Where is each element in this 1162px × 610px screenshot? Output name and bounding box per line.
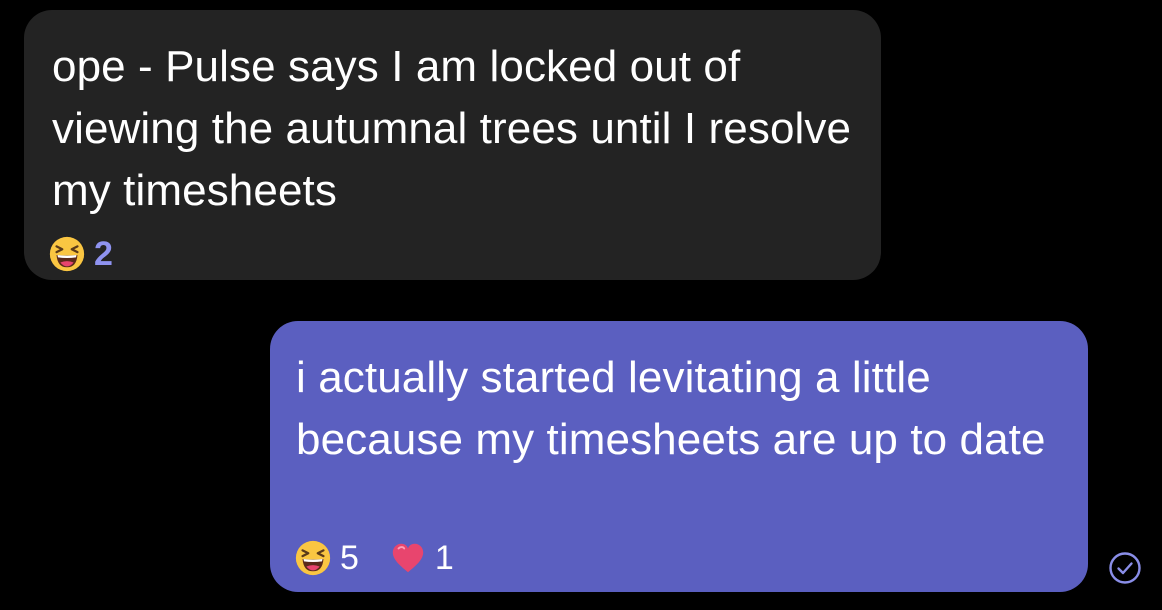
message-bubble-received[interactable]: ope - Pulse says I am locked out of view… (24, 10, 881, 280)
reaction-heart[interactable]: 1 (389, 539, 454, 577)
reaction-count: 1 (434, 539, 454, 577)
reaction-laughing[interactable]: 2 (48, 235, 113, 273)
message-text: i actually started levitating a little b… (296, 353, 1046, 464)
reaction-count: 5 (340, 539, 359, 577)
reaction-laughing[interactable]: 5 (294, 539, 359, 577)
message-bubble-sent[interactable]: i actually started levitating a little b… (270, 321, 1088, 592)
read-receipt-check-icon (1109, 552, 1141, 584)
reaction-bar: 2 (48, 235, 143, 273)
message-text: ope - Pulse says I am locked out of view… (52, 42, 852, 215)
laughing-squinting-face-icon (295, 540, 331, 576)
reaction-count: 2 (94, 235, 113, 273)
chat-thread: ope - Pulse says I am locked out of view… (0, 0, 1162, 610)
heart-icon (392, 543, 424, 573)
reaction-bar: 5 1 (294, 539, 484, 577)
laughing-squinting-face-icon (49, 236, 85, 272)
